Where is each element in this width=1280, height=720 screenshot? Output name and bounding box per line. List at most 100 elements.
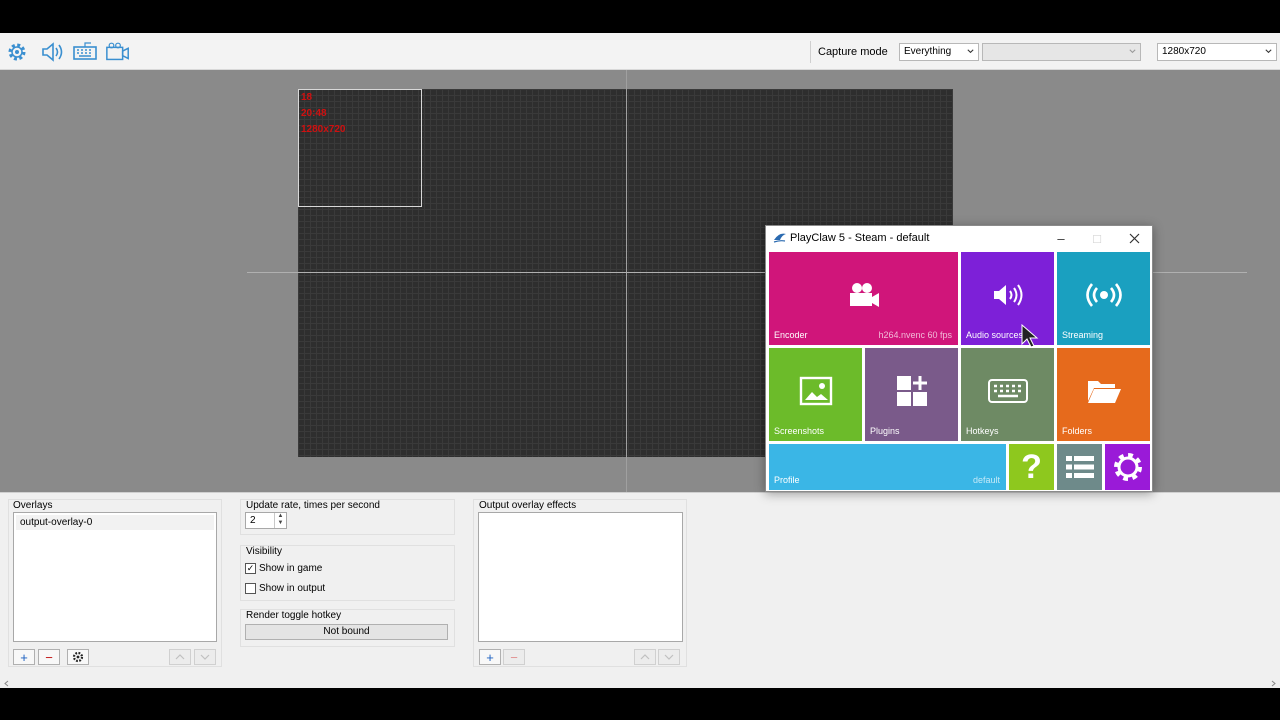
question-icon: ? [1021,447,1042,486]
window-titlebar[interactable]: PlayClaw 5 - Steam - default – □ [766,226,1152,251]
show-in-game-checkbox[interactable]: ✓ Show in game [245,563,322,574]
update-rate-spinner[interactable]: 2 ▲ ▼ [245,512,287,529]
capture-mode-label: Capture mode [818,46,888,58]
overlay-selection-box[interactable]: 18 20:48 1280x720 [298,89,422,207]
chevron-up-icon [640,654,650,660]
encoder-status: h264.nvenc 60 fps [878,330,952,340]
output-effects-list[interactable] [478,512,683,642]
playclaw-window: PlayClaw 5 - Steam - default – □ Encoder… [765,225,1153,492]
overlay-time-text: 20:48 [301,108,327,119]
remove-overlay-button[interactable]: − [38,649,60,665]
toolbar-separator [810,41,811,63]
settings-tile[interactable] [1105,444,1150,490]
streaming-label: Streaming [1062,330,1104,340]
move-up-button[interactable] [169,649,191,665]
move-down-button[interactable] [194,649,216,665]
overlay-fps-text: 18 [301,92,313,103]
profile-value: default [972,475,1000,485]
profile-label: Profile [774,475,800,485]
overlay-resolution-text: 1280x720 [301,124,346,135]
keyboard-icon [987,378,1028,403]
keyboard-icon[interactable] [72,39,98,65]
chevron-down-icon [967,49,974,54]
overlay-settings-panel: Overlays output-overlay-0 + − Update rat… [0,492,1280,689]
spinner-arrows[interactable]: ▲ ▼ [274,513,286,528]
move-up-button[interactable] [634,649,656,665]
chevron-down-icon [664,654,674,660]
broadcast-icon [1085,282,1122,307]
plugins-tile[interactable]: Plugins [865,348,958,441]
overlay-settings-button[interactable] [67,649,89,665]
overlays-group: Overlays output-overlay-0 + − [8,499,222,667]
capture-target-select[interactable] [982,43,1141,61]
toolbar: Capture mode Everything 1280x720 [0,33,1280,70]
capture-mode-select[interactable]: Everything [899,43,979,61]
plus-icon: + [20,649,28,665]
mouse-cursor-icon [1021,324,1039,348]
gear-icon [72,651,84,663]
camera-icon[interactable] [105,39,131,65]
video-camera-icon [849,282,879,307]
chevron-down-icon [1265,49,1272,54]
audio-sources-tile[interactable]: Audio sources [961,252,1054,345]
minus-icon: − [45,649,53,665]
plugins-label: Plugins [870,426,900,436]
capture-mode-value: Everything [904,46,952,57]
audio-sources-label: Audio sources [966,330,1024,340]
top-black-bar [0,0,1280,32]
update-rate-title: Update rate, times per second [246,500,380,511]
help-tile[interactable]: ? [1009,444,1054,490]
minimize-button[interactable]: – [1049,229,1073,247]
output-effects-group: Output overlay effects + − [473,499,687,667]
vertical-guide-line [626,70,627,492]
move-down-button[interactable] [658,649,680,665]
gear-icon[interactable] [4,39,30,65]
resolution-select[interactable]: 1280x720 [1157,43,1277,61]
minus-icon: − [510,649,518,665]
bottom-black-bar [0,688,1280,720]
screenshots-label: Screenshots [774,426,825,436]
remove-effect-button[interactable]: − [503,649,525,665]
chevron-down-icon [200,654,210,660]
list-icon [1065,456,1094,478]
hotkeys-label: Hotkeys [966,426,999,436]
chevron-up-icon [175,654,185,660]
resolution-value: 1280x720 [1162,46,1206,57]
hotkey-title: Render toggle hotkey [246,610,342,621]
list-item[interactable]: output-overlay-0 [16,515,214,530]
checkbox-unchecked[interactable] [245,583,256,594]
folders-label: Folders [1062,426,1093,436]
show-in-output-checkbox[interactable]: Show in output [245,583,325,594]
speaker-icon [993,284,1022,306]
output-effects-title: Output overlay effects [479,500,577,511]
maximize-button[interactable]: □ [1085,229,1109,247]
add-effect-button[interactable]: + [479,649,501,665]
profile-tile[interactable]: Profile default [769,444,1006,490]
streaming-tile[interactable]: Streaming [1057,252,1150,345]
screenshots-tile[interactable]: Screenshots [769,348,862,441]
gear-icon [1113,453,1142,481]
chevron-left-icon[interactable] [3,680,9,687]
hotkeys-tile[interactable]: Hotkeys [961,348,1054,441]
window-title: PlayClaw 5 - Steam - default [790,232,930,244]
plugins-icon [896,375,927,406]
add-overlay-button[interactable]: + [13,649,35,665]
render-toggle-hotkey-button[interactable]: Not bound [245,624,448,640]
folder-icon [1087,380,1121,403]
maximize-icon: □ [1093,230,1101,246]
visibility-title: Visibility [246,546,282,557]
list-tile[interactable] [1057,444,1102,490]
show-in-game-label: Show in game [259,563,323,574]
checkbox-checked[interactable]: ✓ [245,563,256,574]
close-button[interactable] [1122,229,1146,247]
overlays-title: Overlays [13,500,53,511]
chevron-down-icon [1129,49,1136,54]
speaker-icon[interactable] [40,39,66,65]
update-rate-value: 2 [250,515,256,526]
encoder-tile[interactable]: Encoder h264.nvenc 60 fps [769,252,958,345]
folders-tile[interactable]: Folders [1057,348,1150,441]
overlays-list[interactable]: output-overlay-0 [13,512,217,642]
close-icon [1129,233,1139,243]
chevron-right-icon[interactable] [1271,680,1277,687]
image-icon [799,376,832,405]
